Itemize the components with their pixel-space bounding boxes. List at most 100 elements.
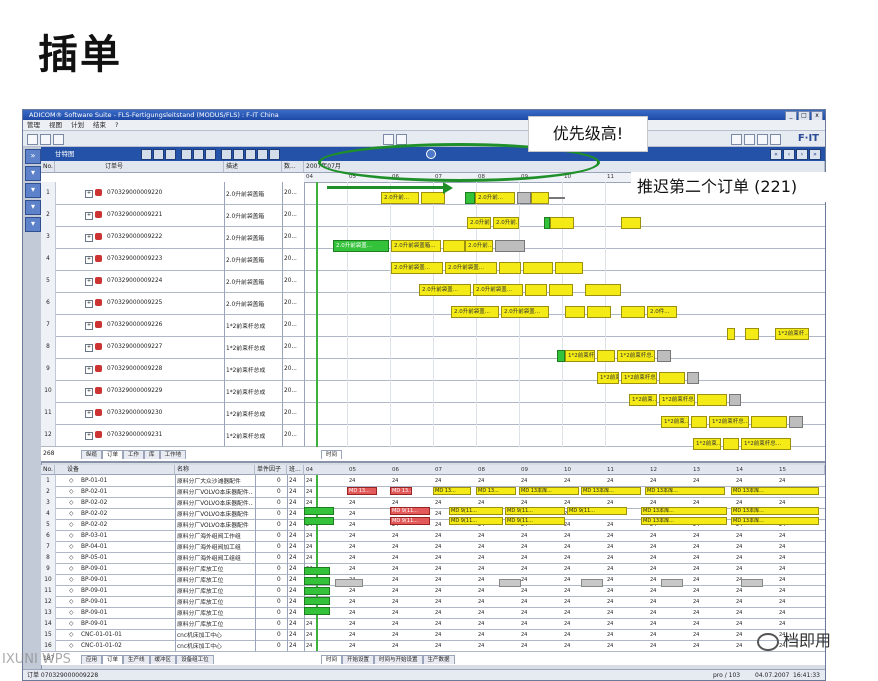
- resource-bar[interactable]: MD 13本库...: [519, 487, 579, 495]
- order-bar[interactable]: [421, 192, 445, 204]
- move-icon[interactable]: [205, 149, 216, 160]
- menu-item-end[interactable]: 结束: [93, 120, 106, 130]
- tab-time-start[interactable]: 时间与开始设置: [374, 655, 423, 664]
- new-icon[interactable]: [27, 134, 38, 145]
- order-bar[interactable]: 1*2前束...: [629, 394, 657, 406]
- order-bar[interactable]: 1*2前束杆...: [565, 350, 595, 362]
- col-header-no[interactable]: No.: [41, 161, 55, 173]
- order-bar[interactable]: [745, 328, 759, 340]
- order-bar[interactable]: 2.0升前袋盖...: [419, 284, 471, 296]
- order-bar[interactable]: [729, 394, 741, 406]
- expand-icon[interactable]: +: [85, 300, 93, 308]
- resource-bar[interactable]: [661, 579, 683, 587]
- order-bar[interactable]: [585, 284, 621, 296]
- expand-icon[interactable]: +: [85, 322, 93, 330]
- sort-icon[interactable]: [153, 149, 164, 160]
- order-bar[interactable]: [789, 416, 803, 428]
- order-bar[interactable]: [499, 262, 521, 274]
- tab-tree[interactable]: 纵缆: [81, 450, 103, 459]
- delete-icon[interactable]: [181, 149, 192, 160]
- col-header-name[interactable]: 名称: [175, 465, 255, 475]
- menu-item-help[interactable]: ?: [115, 120, 118, 130]
- chart-icon[interactable]: [221, 149, 232, 160]
- resource-bar[interactable]: MD 13本库...: [731, 517, 819, 525]
- order-bar[interactable]: [687, 372, 699, 384]
- export-icon[interactable]: [396, 134, 407, 145]
- resource-bar[interactable]: [304, 587, 330, 595]
- lock-icon[interactable]: [257, 149, 268, 160]
- tab-time[interactable]: 时间: [321, 450, 343, 459]
- resource-bar[interactable]: MD 9(11...: [505, 517, 565, 525]
- order-bar[interactable]: [525, 284, 547, 296]
- resource-bar[interactable]: MD 9(11...: [505, 507, 565, 515]
- order-bar[interactable]: [517, 192, 531, 204]
- order-bar[interactable]: [597, 350, 615, 362]
- resource-bar[interactable]: MD 13...: [433, 487, 471, 495]
- expand-icon[interactable]: +: [85, 256, 93, 264]
- expand-icon[interactable]: +: [85, 278, 93, 286]
- resource-bar[interactable]: [741, 579, 763, 587]
- expand-icon[interactable]: +: [85, 190, 93, 198]
- expand-icon[interactable]: +: [85, 234, 93, 242]
- order-bar[interactable]: [549, 284, 573, 296]
- order-bar[interactable]: [531, 192, 549, 204]
- refresh-icon[interactable]: [245, 149, 256, 160]
- order-bar[interactable]: [565, 306, 585, 318]
- order-bar[interactable]: [495, 240, 525, 252]
- resource-bar[interactable]: MD 9(11...: [449, 517, 503, 525]
- select-icon[interactable]: [165, 149, 176, 160]
- order-bar[interactable]: [550, 217, 574, 229]
- order-bar[interactable]: [723, 438, 739, 450]
- resource-bar[interactable]: MD 9(11...: [390, 517, 430, 525]
- last-page-button[interactable]: »: [809, 149, 821, 160]
- order-bar[interactable]: [751, 416, 787, 428]
- resource-bar[interactable]: MD 9(11...: [449, 507, 503, 515]
- tab-start-settings[interactable]: 开始设置: [342, 655, 375, 664]
- order-bar[interactable]: [727, 328, 735, 340]
- order-bar[interactable]: 1*2前束...: [661, 416, 689, 428]
- col-header-factor[interactable]: 单件因子: [255, 465, 287, 475]
- order-bar[interactable]: 1*2前束杆总...: [621, 372, 657, 384]
- order-bar[interactable]: [557, 350, 565, 362]
- next-button[interactable]: ›: [796, 149, 808, 160]
- resource-bar[interactable]: MD 9(11...: [390, 507, 430, 515]
- tab-lines[interactable]: 生产线: [123, 655, 150, 664]
- settings-icon[interactable]: [757, 134, 768, 145]
- tab-apply[interactable]: 应用: [81, 655, 103, 664]
- filter-icon[interactable]: [141, 149, 152, 160]
- resource-bar[interactable]: MD 13本库...: [731, 487, 819, 495]
- col-header-no[interactable]: No.: [41, 465, 55, 475]
- col-header-desc[interactable]: 描述: [224, 161, 282, 173]
- order-bar[interactable]: 2.0升前袋盖...: [445, 262, 497, 274]
- menu-item-view[interactable]: 视图: [49, 120, 62, 130]
- print-icon[interactable]: [383, 134, 394, 145]
- tab-work[interactable]: 工作: [123, 450, 145, 459]
- order-bar[interactable]: 1*2前束杆...: [775, 328, 809, 340]
- order-bar[interactable]: [697, 394, 727, 406]
- expand-icon[interactable]: +: [85, 410, 93, 418]
- order-bar[interactable]: 2.0升前...: [475, 192, 515, 204]
- chevron-right-icon[interactable]: »: [25, 149, 41, 164]
- order-bar[interactable]: 1*2前束杆总...: [709, 416, 749, 428]
- resource-bar[interactable]: [335, 579, 363, 587]
- first-page-button[interactable]: «: [770, 149, 782, 160]
- resource-bar[interactable]: [304, 567, 330, 575]
- order-bar[interactable]: [587, 306, 611, 318]
- col-header-shift[interactable]: 班...: [287, 465, 304, 475]
- order-bar[interactable]: 2.0升前...: [465, 240, 493, 252]
- order-bar[interactable]: 2.0升前...: [467, 217, 491, 229]
- order-bar[interactable]: [465, 192, 475, 204]
- resource-bar[interactable]: MD 13本库...: [731, 507, 819, 515]
- order-bar[interactable]: [443, 240, 465, 252]
- order-bar[interactable]: 1*2前束杆总...: [659, 394, 695, 406]
- order-bar[interactable]: 2.0升前袋盖...: [473, 284, 523, 296]
- tab-equipment-group[interactable]: 设备组工位: [176, 655, 214, 664]
- resource-bar[interactable]: MD 13...: [347, 487, 377, 495]
- tab-buffer[interactable]: 缓冲区: [149, 655, 177, 664]
- order-bar[interactable]: 1*2前束...: [693, 438, 721, 450]
- order-bar[interactable]: [659, 372, 685, 384]
- resource-bar[interactable]: [499, 579, 521, 587]
- col-header-equipment[interactable]: 设备: [55, 465, 175, 475]
- resource-bar[interactable]: [304, 577, 330, 585]
- resource-bar[interactable]: [304, 517, 334, 525]
